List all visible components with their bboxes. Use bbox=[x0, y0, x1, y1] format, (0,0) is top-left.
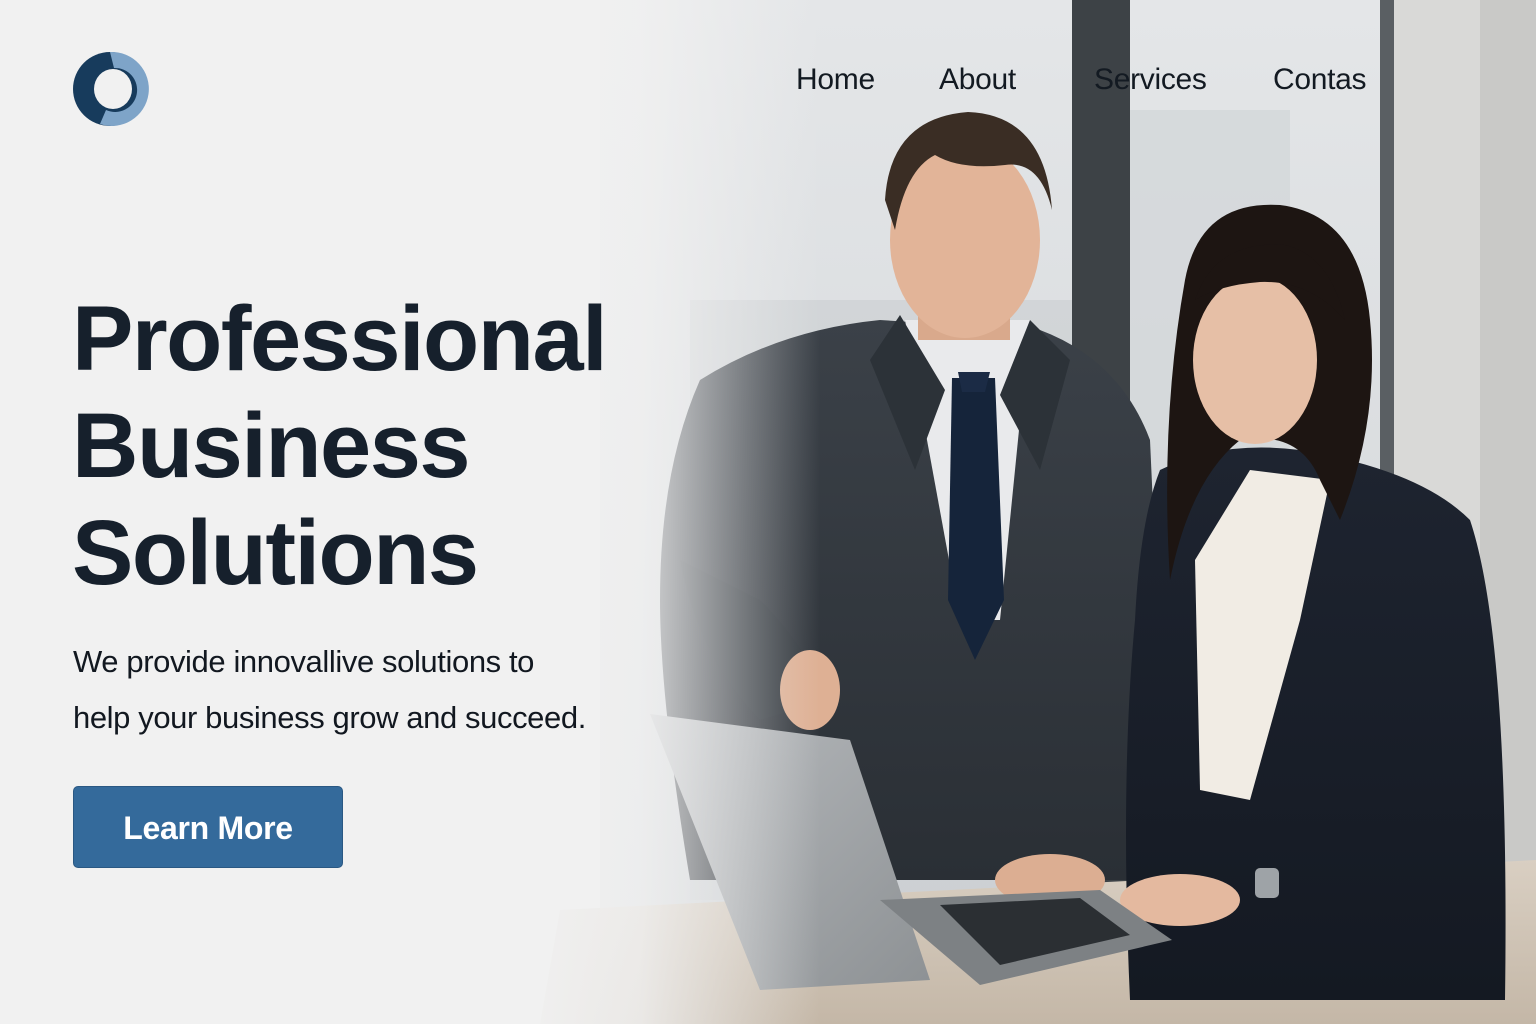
learn-more-button[interactable]: Learn More bbox=[73, 786, 343, 868]
nav-home-link[interactable]: Home bbox=[796, 60, 875, 100]
hero-subtitle: We provide innovallive solutions to help… bbox=[73, 634, 673, 746]
nav-services-link[interactable]: Services bbox=[1094, 60, 1207, 100]
ring-logo-icon[interactable] bbox=[70, 50, 150, 128]
nav-contact-link[interactable]: Contas bbox=[1273, 60, 1367, 100]
nav-about-link[interactable]: About bbox=[939, 60, 1016, 100]
hero-title-line: Professional bbox=[72, 288, 608, 390]
hero-title: Professional Business Solutions bbox=[72, 286, 692, 607]
hero-subtitle-line: We provide innovallive solutions to bbox=[73, 644, 535, 679]
hero-subtitle-line: help your business grow and succeed. bbox=[73, 700, 586, 735]
hero-title-line: Solutions bbox=[72, 502, 479, 604]
hero-title-line: Business bbox=[72, 395, 471, 497]
